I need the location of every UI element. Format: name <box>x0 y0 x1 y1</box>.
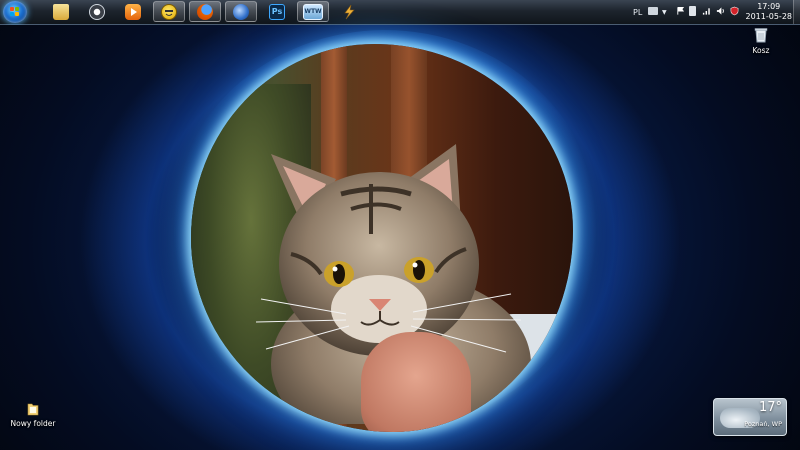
taskbar-firefox-button[interactable] <box>189 1 221 22</box>
folder-icon <box>27 403 39 416</box>
clock-time: 17:09 <box>757 2 781 11</box>
photoshop-icon: Ps <box>269 3 285 20</box>
media-player-icon <box>89 3 105 20</box>
network-icon[interactable] <box>702 6 711 16</box>
folder-icon <box>53 3 69 20</box>
taskbar-explorer-button[interactable] <box>45 1 77 22</box>
tray-expand-chevron-icon[interactable]: ▼ <box>662 0 667 24</box>
language-indicator[interactable]: PL <box>633 0 642 24</box>
firefox-icon <box>197 3 213 20</box>
power-icon[interactable] <box>689 6 696 16</box>
desktop-icon-recycle-bin[interactable]: Kosz <box>733 27 789 55</box>
taskbar-thunderbird-button[interactable] <box>225 1 257 22</box>
wtw-icon: WTW <box>303 3 323 20</box>
weather-gadget[interactable]: 17° Poznań, WP <box>713 398 787 436</box>
desktop-icon-label: Kosz <box>752 46 770 55</box>
system-clock[interactable]: 17:09 2011-05-28 <box>746 2 793 22</box>
wallpaper-cat-photo <box>191 44 573 432</box>
taskbar-media-player-classic-button[interactable] <box>81 1 113 22</box>
antivirus-shield-icon[interactable] <box>730 6 739 16</box>
action-center-flag-icon[interactable] <box>676 6 685 16</box>
taskbar-windows-media-player-button[interactable] <box>117 1 149 22</box>
weather-temperature: 17° <box>758 400 782 415</box>
taskbar-photoshop-button[interactable]: Ps <box>261 1 293 22</box>
show-desktop-button[interactable] <box>793 0 800 24</box>
smiley-icon <box>161 3 177 20</box>
thunderbird-icon <box>233 3 249 20</box>
clock-date: 2011-05-28 <box>745 12 793 21</box>
taskbar-winamp-button[interactable] <box>333 1 365 22</box>
windows-logo-icon <box>10 7 20 17</box>
play-icon <box>125 3 141 20</box>
desktop-icon-new-folder[interactable]: Nowy folder <box>5 402 61 428</box>
winamp-icon <box>341 4 357 20</box>
taskbar-gadu-gadu-button[interactable] <box>153 1 185 22</box>
taskbar-wtw-button[interactable]: WTW <box>297 1 329 22</box>
volume-icon[interactable] <box>716 6 725 16</box>
keyboard-icon[interactable] <box>648 7 658 15</box>
desktop[interactable]: Kosz Nowy folder 17° Poznań, WP <box>0 25 800 450</box>
weather-location: Poznań, WP <box>744 420 782 428</box>
taskbar: Ps WTW PL ▼ 17:09 2011-05-28 <box>0 0 800 25</box>
recycle-bin-icon <box>754 28 768 43</box>
desktop-icon-label: Nowy folder <box>10 419 56 428</box>
start-button[interactable] <box>3 1 27 23</box>
